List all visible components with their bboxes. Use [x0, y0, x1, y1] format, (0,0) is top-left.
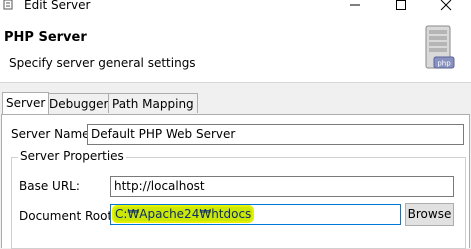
browse-button[interactable]: Browse	[405, 203, 454, 226]
server-tab-panel: Server Name: Default PHP Web Server Serv…	[1, 114, 470, 249]
php-server-icon: php	[425, 25, 455, 69]
tab-debugger[interactable]: Debugger	[45, 93, 113, 113]
window-title: Edit Server	[24, 0, 91, 12]
minimize-icon	[350, 4, 360, 6]
close-button[interactable]	[426, 0, 466, 14]
window-titlebar: Edit Server	[0, 0, 471, 16]
server-properties-group: Server Properties Base URL: http://local…	[11, 149, 466, 249]
maximize-button[interactable]	[381, 0, 421, 14]
server-name-field[interactable]: Default PHP Web Server	[87, 124, 464, 145]
minimize-button[interactable]	[335, 0, 375, 14]
close-icon	[440, 0, 452, 11]
header-subtitle: Specify server general settings	[9, 56, 196, 70]
php-icon-label: php	[437, 60, 451, 68]
header-title: PHP Server	[4, 30, 87, 45]
document-root-label: Document Root:	[19, 209, 117, 223]
base-url-label: Base URL:	[19, 179, 80, 193]
server-name-label: Server Name:	[11, 127, 94, 141]
tab-path-mapping[interactable]: Path Mapping	[108, 93, 198, 113]
maximize-icon	[396, 0, 406, 10]
base-url-field[interactable]: http://localhost	[110, 176, 454, 197]
tab-server[interactable]: Server	[2, 92, 50, 114]
app-icon	[3, 0, 13, 10]
document-root-field[interactable]: C:₩Apache24₩htdocs	[110, 204, 401, 225]
server-properties-legend: Server Properties	[18, 149, 126, 163]
document-root-selection: C:₩Apache24₩htdocs	[114, 207, 253, 221]
dialog-header: PHP Server Specify server general settin…	[0, 16, 471, 83]
